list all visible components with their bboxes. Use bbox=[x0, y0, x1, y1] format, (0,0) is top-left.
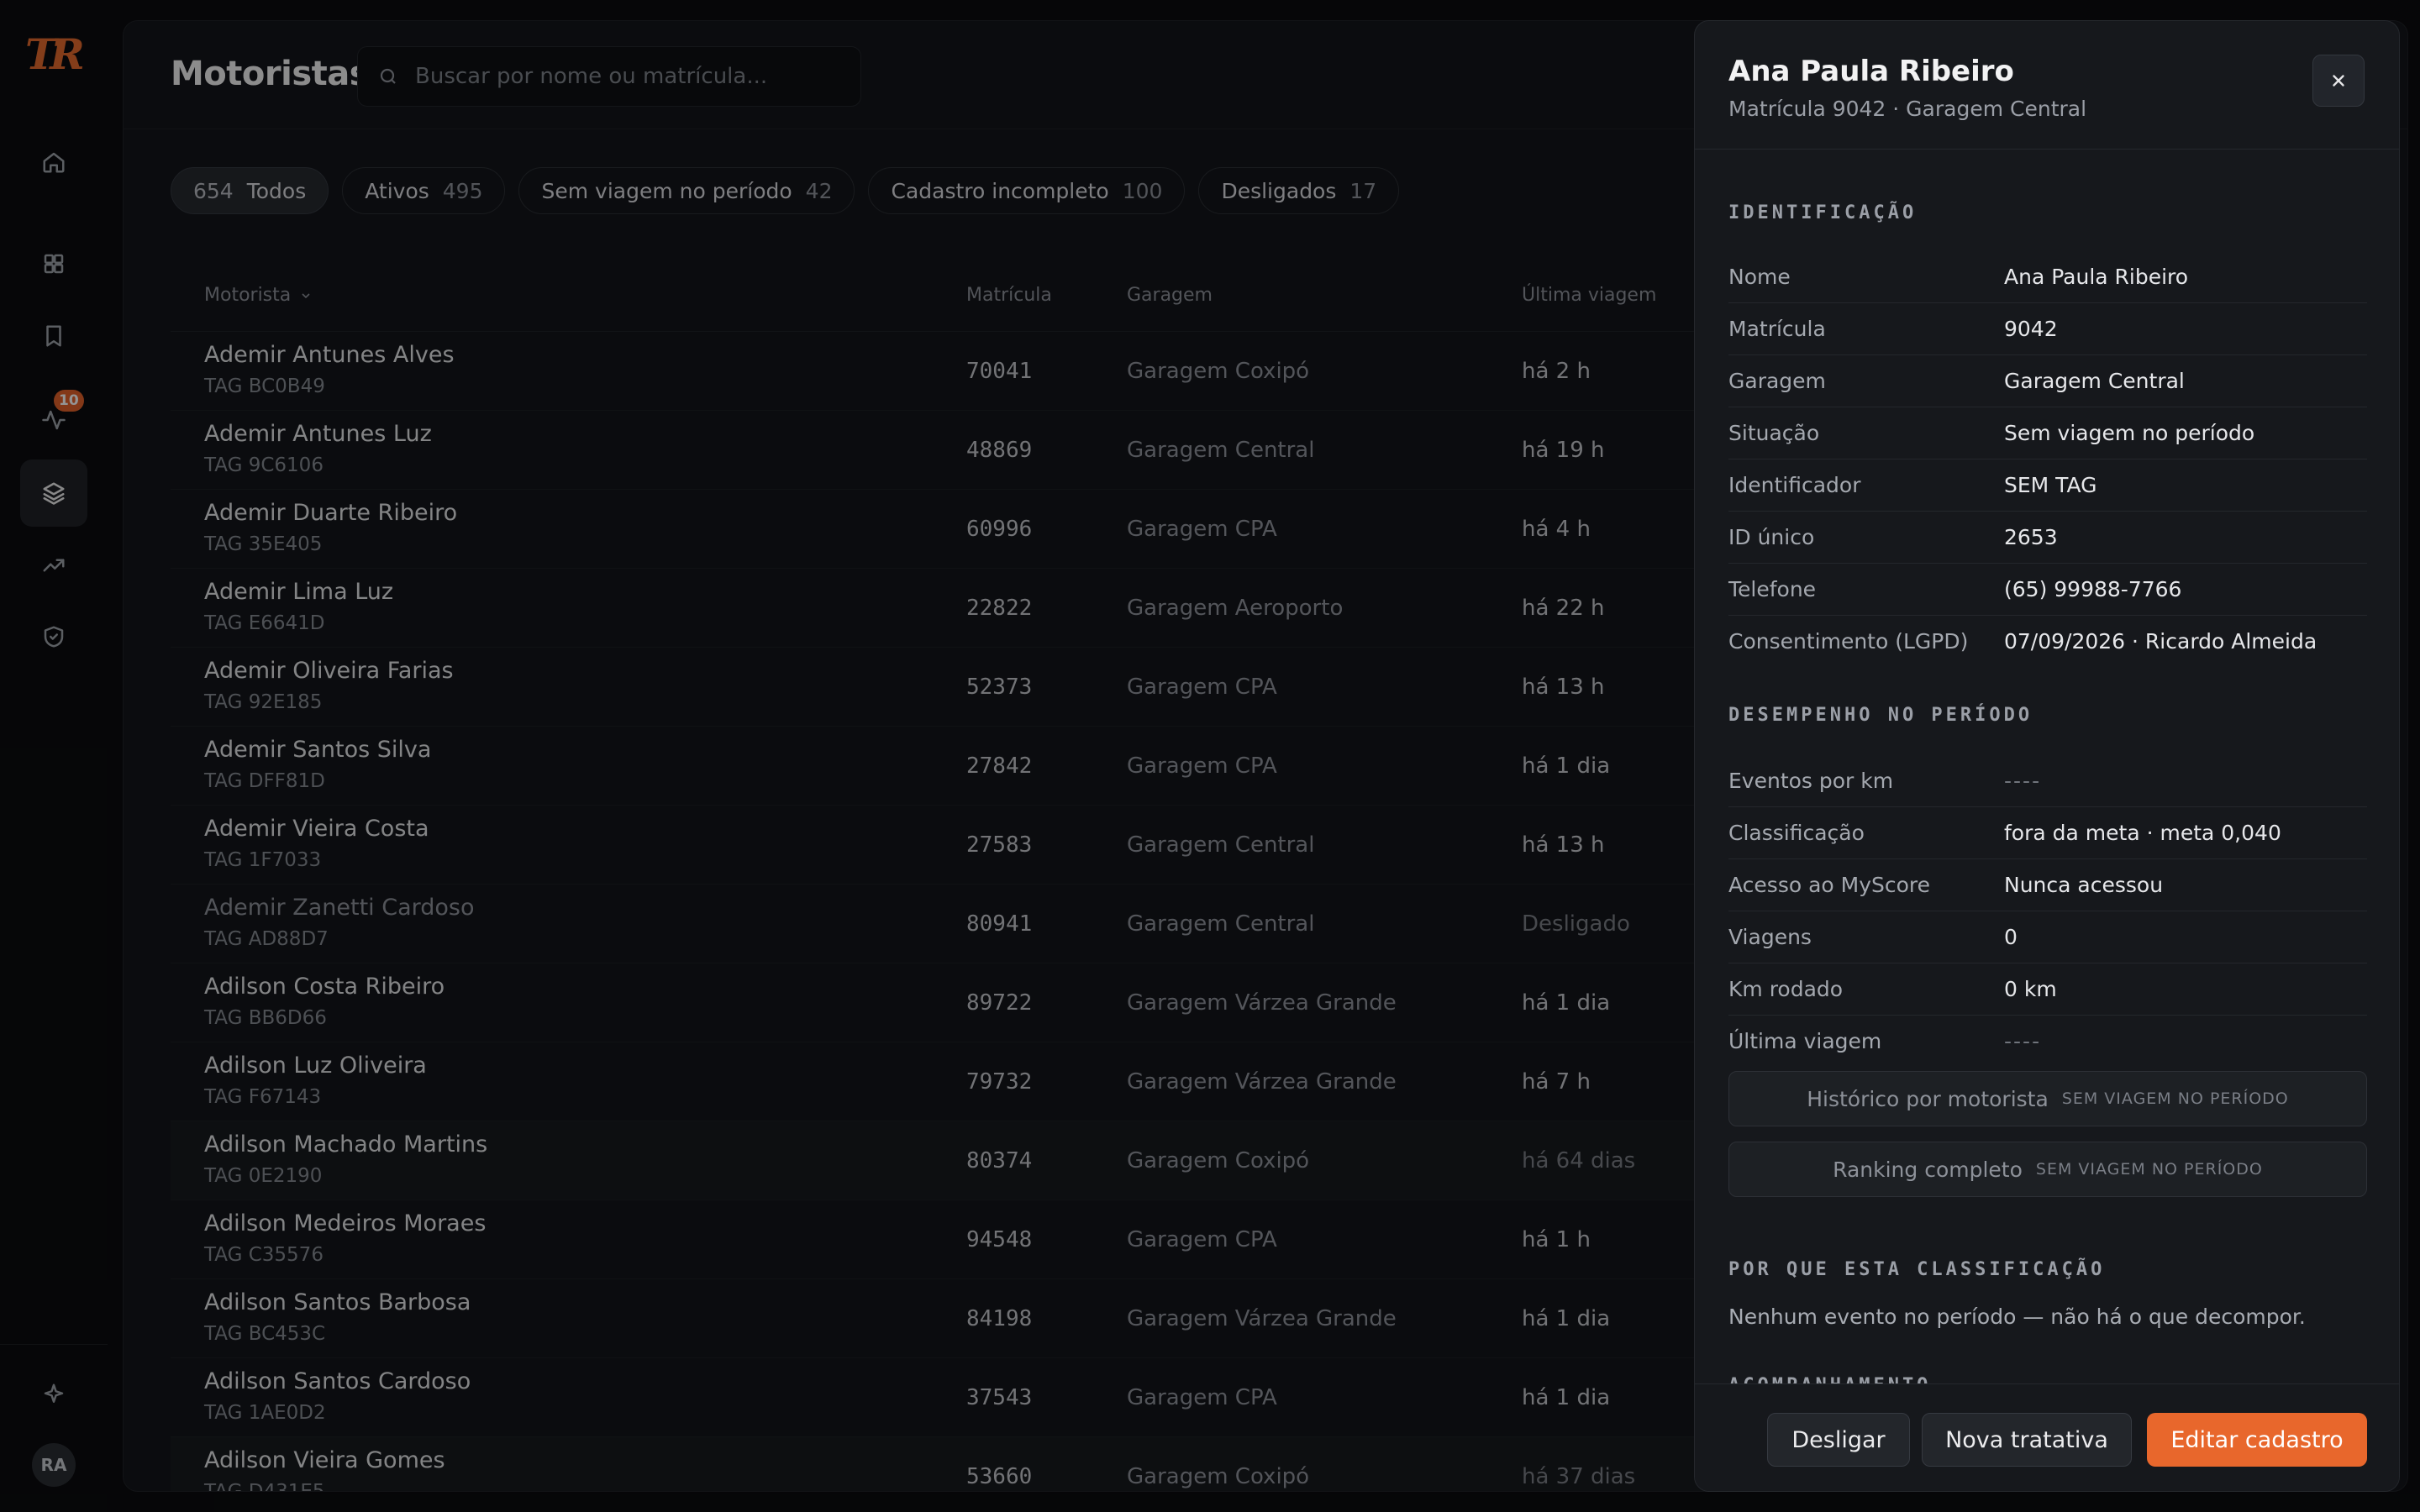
nova-tratativa-button[interactable]: Nova tratativa bbox=[1922, 1413, 2132, 1467]
detail-value: 0 km bbox=[2004, 977, 2057, 1001]
detail-row: ID único 2653 bbox=[1728, 512, 2367, 564]
action-label: Histórico por motorista bbox=[1807, 1086, 2049, 1111]
detail-value: SEM TAG bbox=[2004, 473, 2097, 497]
drawer-divider bbox=[1695, 149, 2399, 150]
detail-label: Identificador bbox=[1728, 473, 1861, 497]
detail-label: Eventos por km bbox=[1728, 769, 1894, 793]
detail-label: ID único bbox=[1728, 525, 1815, 549]
detail-value: Nunca acessou bbox=[2004, 873, 2164, 897]
drawer-subtitle: Matrícula 9042 · Garagem Central bbox=[1728, 97, 2087, 121]
detail-value: ---- bbox=[2004, 769, 2042, 793]
detail-row: Acesso ao MyScore Nunca acessou bbox=[1728, 859, 2367, 911]
close-button[interactable] bbox=[2312, 55, 2365, 107]
detail-label: Km rodado bbox=[1728, 977, 1844, 1001]
action-label: Ranking completo bbox=[1833, 1157, 2023, 1182]
detail-row: Km rodado 0 km bbox=[1728, 963, 2367, 1016]
detail-label: Telefone bbox=[1728, 577, 1817, 601]
detail-label: Consentimento (LGPD) bbox=[1728, 629, 1969, 654]
detail-value: ---- bbox=[2004, 1029, 2042, 1053]
action-note: SEM VIAGEM NO PERÍODO bbox=[2035, 1160, 2263, 1179]
detail-row: Matrícula 9042 bbox=[1728, 303, 2367, 355]
ranking-completo-button[interactable]: Ranking completo SEM VIAGEM NO PERÍODO bbox=[1728, 1142, 2367, 1197]
close-icon bbox=[2333, 75, 2344, 87]
drawer-title: Ana Paula Ribeiro bbox=[1728, 55, 2014, 88]
detail-label: Classificação bbox=[1728, 821, 1865, 845]
detail-row: Consentimento (LGPD) 07/09/2026 · Ricardo… bbox=[1728, 616, 2367, 668]
detail-row: Viagens 0 bbox=[1728, 911, 2367, 963]
detail-label: Situação bbox=[1728, 421, 1820, 445]
detail-label: Viagens bbox=[1728, 925, 1812, 949]
detail-row: Telefone (65) 99988-7766 bbox=[1728, 564, 2367, 616]
detail-row: Última viagem ---- bbox=[1728, 1016, 2367, 1068]
classificacao-explanation: Nenhum evento no período — não há o que … bbox=[1728, 1305, 2306, 1329]
editar-cadastro-button[interactable]: Editar cadastro bbox=[2147, 1413, 2367, 1467]
driver-detail-drawer: Ana Paula Ribeiro Matrícula 9042 · Garag… bbox=[1694, 20, 2400, 1492]
historico-por-motorista-button[interactable]: Histórico por motorista SEM VIAGEM NO PE… bbox=[1728, 1071, 2367, 1126]
detail-value: 2653 bbox=[2004, 525, 2058, 549]
detail-label: Matrícula bbox=[1728, 317, 1826, 341]
desligar-button[interactable]: Desligar bbox=[1767, 1413, 1910, 1467]
detail-row: Identificador SEM TAG bbox=[1728, 459, 2367, 512]
detail-value: fora da meta · meta 0,040 bbox=[2004, 821, 2281, 845]
detail-value: (65) 99988-7766 bbox=[2004, 577, 2182, 601]
detail-value: 9042 bbox=[2004, 317, 2058, 341]
detail-row: Garagem Garagem Central bbox=[1728, 355, 2367, 407]
detail-label: Acesso ao MyScore bbox=[1728, 873, 1931, 897]
detail-value: Ana Paula Ribeiro bbox=[2004, 265, 2189, 289]
detail-label: Nome bbox=[1728, 265, 1791, 289]
detail-row: Eventos por km ---- bbox=[1728, 755, 2367, 807]
section-porque-title: POR QUE ESTA CLASSIFICAÇÃO bbox=[1728, 1259, 2106, 1280]
detail-value: 07/09/2026 · Ricardo Almeida bbox=[2004, 629, 2317, 654]
section-desempenho-title: DESEMPENHO NO PERÍODO bbox=[1728, 705, 2033, 726]
detail-row: Nome Ana Paula Ribeiro bbox=[1728, 251, 2367, 303]
detail-row: Situação Sem viagem no período bbox=[1728, 407, 2367, 459]
detail-value: 0 bbox=[2004, 925, 2018, 949]
detail-value: Garagem Central bbox=[2004, 369, 2185, 393]
drawer-footer: Desligar Nova tratativa Editar cadastro bbox=[1695, 1383, 2399, 1491]
section-identificacao-title: IDENTIFICAÇÃO bbox=[1728, 202, 1918, 223]
detail-label: Garagem bbox=[1728, 369, 1826, 393]
detail-row: Classificação fora da meta · meta 0,040 bbox=[1728, 807, 2367, 859]
detail-label: Última viagem bbox=[1728, 1029, 1882, 1053]
detail-value: Sem viagem no período bbox=[2004, 421, 2255, 445]
action-note: SEM VIAGEM NO PERÍODO bbox=[2061, 1089, 2289, 1108]
